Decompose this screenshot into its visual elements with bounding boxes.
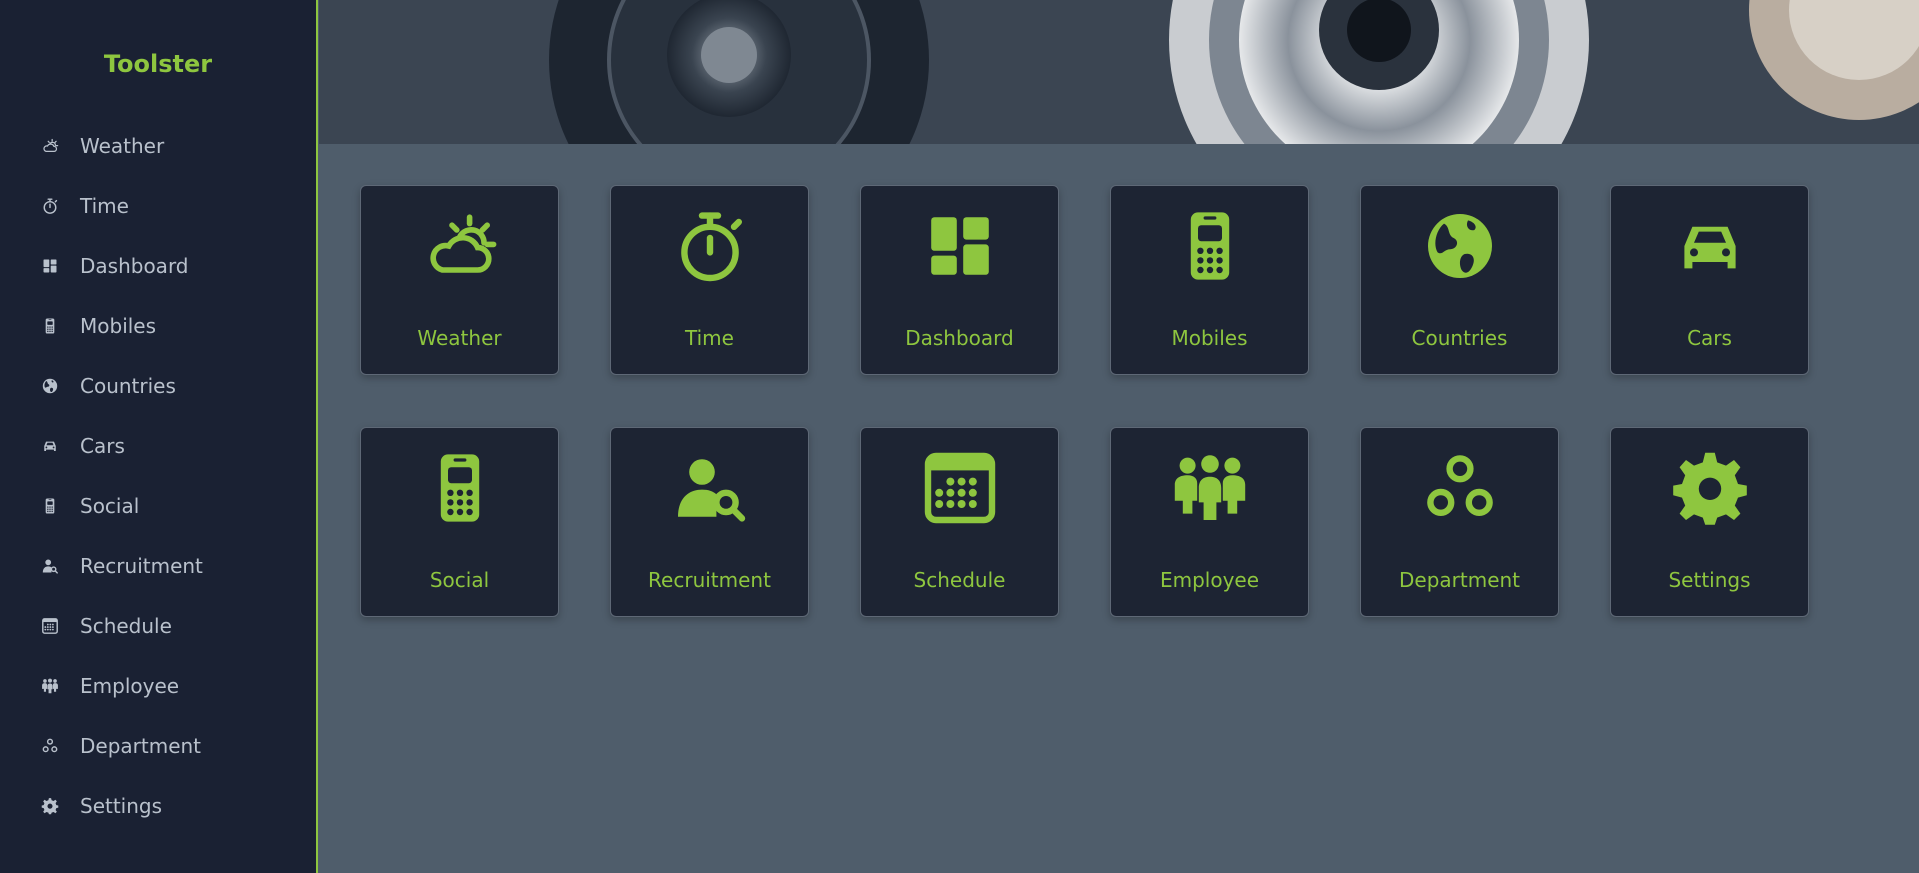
gear-icon (39, 795, 61, 817)
app-tile-grid: Weather Time Dashboard Mobiles Countries… (360, 185, 1810, 617)
calendar-icon (39, 615, 61, 637)
people-group-icon (1168, 446, 1252, 530)
app-brand[interactable]: Toolster (0, 48, 316, 80)
tile-label: Department (1398, 568, 1521, 592)
tile-department[interactable]: Department (1360, 427, 1559, 617)
tile-time[interactable]: Time (610, 185, 809, 375)
tile-label: Weather (417, 326, 502, 350)
mobile-icon (39, 315, 61, 337)
tile-label: Employee (1159, 568, 1260, 592)
sidebar-item-mobiles[interactable]: Mobiles (0, 296, 316, 356)
tile-label: Dashboard (905, 326, 1014, 350)
tile-social[interactable]: Social (360, 427, 559, 617)
mobile-icon (1168, 204, 1252, 288)
sidebar-item-label: Countries (80, 374, 176, 398)
tile-weather[interactable]: Weather (360, 185, 559, 375)
sidebar-item-label: Time (80, 194, 129, 218)
sidebar-item-label: Employee (80, 674, 180, 698)
sidebar-item-label: Cars (80, 434, 125, 458)
tile-label: Time (685, 326, 734, 350)
tile-dashboard[interactable]: Dashboard (860, 185, 1059, 375)
tile-label: Schedule (913, 568, 1006, 592)
sidebar: Toolster Weather Time Dashboard Mobiles … (0, 0, 318, 873)
tile-employee[interactable]: Employee (1110, 427, 1309, 617)
tile-schedule[interactable]: Schedule (860, 427, 1059, 617)
tile-label: Social (429, 568, 490, 592)
sidebar-item-employee[interactable]: Employee (0, 656, 316, 716)
gear-icon (1668, 446, 1752, 530)
tile-label: Countries (1411, 326, 1508, 350)
tile-label: Mobiles (1171, 326, 1248, 350)
stopwatch-icon (668, 204, 752, 288)
sidebar-item-schedule[interactable]: Schedule (0, 596, 316, 656)
stopwatch-icon (39, 195, 61, 217)
dashboard-icon (39, 255, 61, 277)
sidebar-item-recruitment[interactable]: Recruitment (0, 536, 316, 596)
car-icon (1668, 204, 1752, 288)
circles-icon (39, 735, 61, 757)
tile-recruitment[interactable]: Recruitment (610, 427, 809, 617)
weather-icon (418, 204, 502, 288)
tile-countries[interactable]: Countries (1360, 185, 1559, 375)
sidebar-item-label: Dashboard (80, 254, 189, 278)
calendar-icon (918, 446, 1002, 530)
people-group-icon (39, 675, 61, 697)
user-search-icon (668, 446, 752, 530)
tile-label: Recruitment (648, 568, 771, 592)
sidebar-item-department[interactable]: Department (0, 716, 316, 776)
sidebar-item-label: Recruitment (80, 554, 203, 578)
weather-icon (39, 135, 61, 157)
sidebar-item-label: Settings (80, 794, 163, 818)
user-search-icon (39, 555, 61, 577)
gears-banner-image (319, 0, 1919, 144)
sidebar-item-label: Weather (80, 134, 165, 158)
tile-label: Settings (1668, 568, 1751, 592)
sidebar-item-label: Schedule (80, 614, 172, 638)
circles-icon (1418, 446, 1502, 530)
sidebar-item-settings[interactable]: Settings (0, 776, 316, 836)
tile-mobiles[interactable]: Mobiles (1110, 185, 1309, 375)
sidebar-item-label: Department (80, 734, 202, 758)
dashboard-icon (918, 204, 1002, 288)
sidebar-item-label: Mobiles (80, 314, 157, 338)
globe-icon (1418, 204, 1502, 288)
sidebar-item-weather[interactable]: Weather (0, 116, 316, 176)
mobile-icon (418, 446, 502, 530)
sidebar-item-time[interactable]: Time (0, 176, 316, 236)
sidebar-item-dashboard[interactable]: Dashboard (0, 236, 316, 296)
sidebar-nav: Weather Time Dashboard Mobiles Countries… (0, 116, 316, 836)
globe-icon (39, 375, 61, 397)
tile-label: Cars (1687, 326, 1732, 350)
sidebar-item-cars[interactable]: Cars (0, 416, 316, 476)
car-icon (39, 435, 61, 457)
sidebar-item-label: Social (80, 494, 140, 518)
sidebar-item-social[interactable]: Social (0, 476, 316, 536)
mobile-icon (39, 495, 61, 517)
tile-settings[interactable]: Settings (1610, 427, 1809, 617)
sidebar-item-countries[interactable]: Countries (0, 356, 316, 416)
tile-cars[interactable]: Cars (1610, 185, 1809, 375)
